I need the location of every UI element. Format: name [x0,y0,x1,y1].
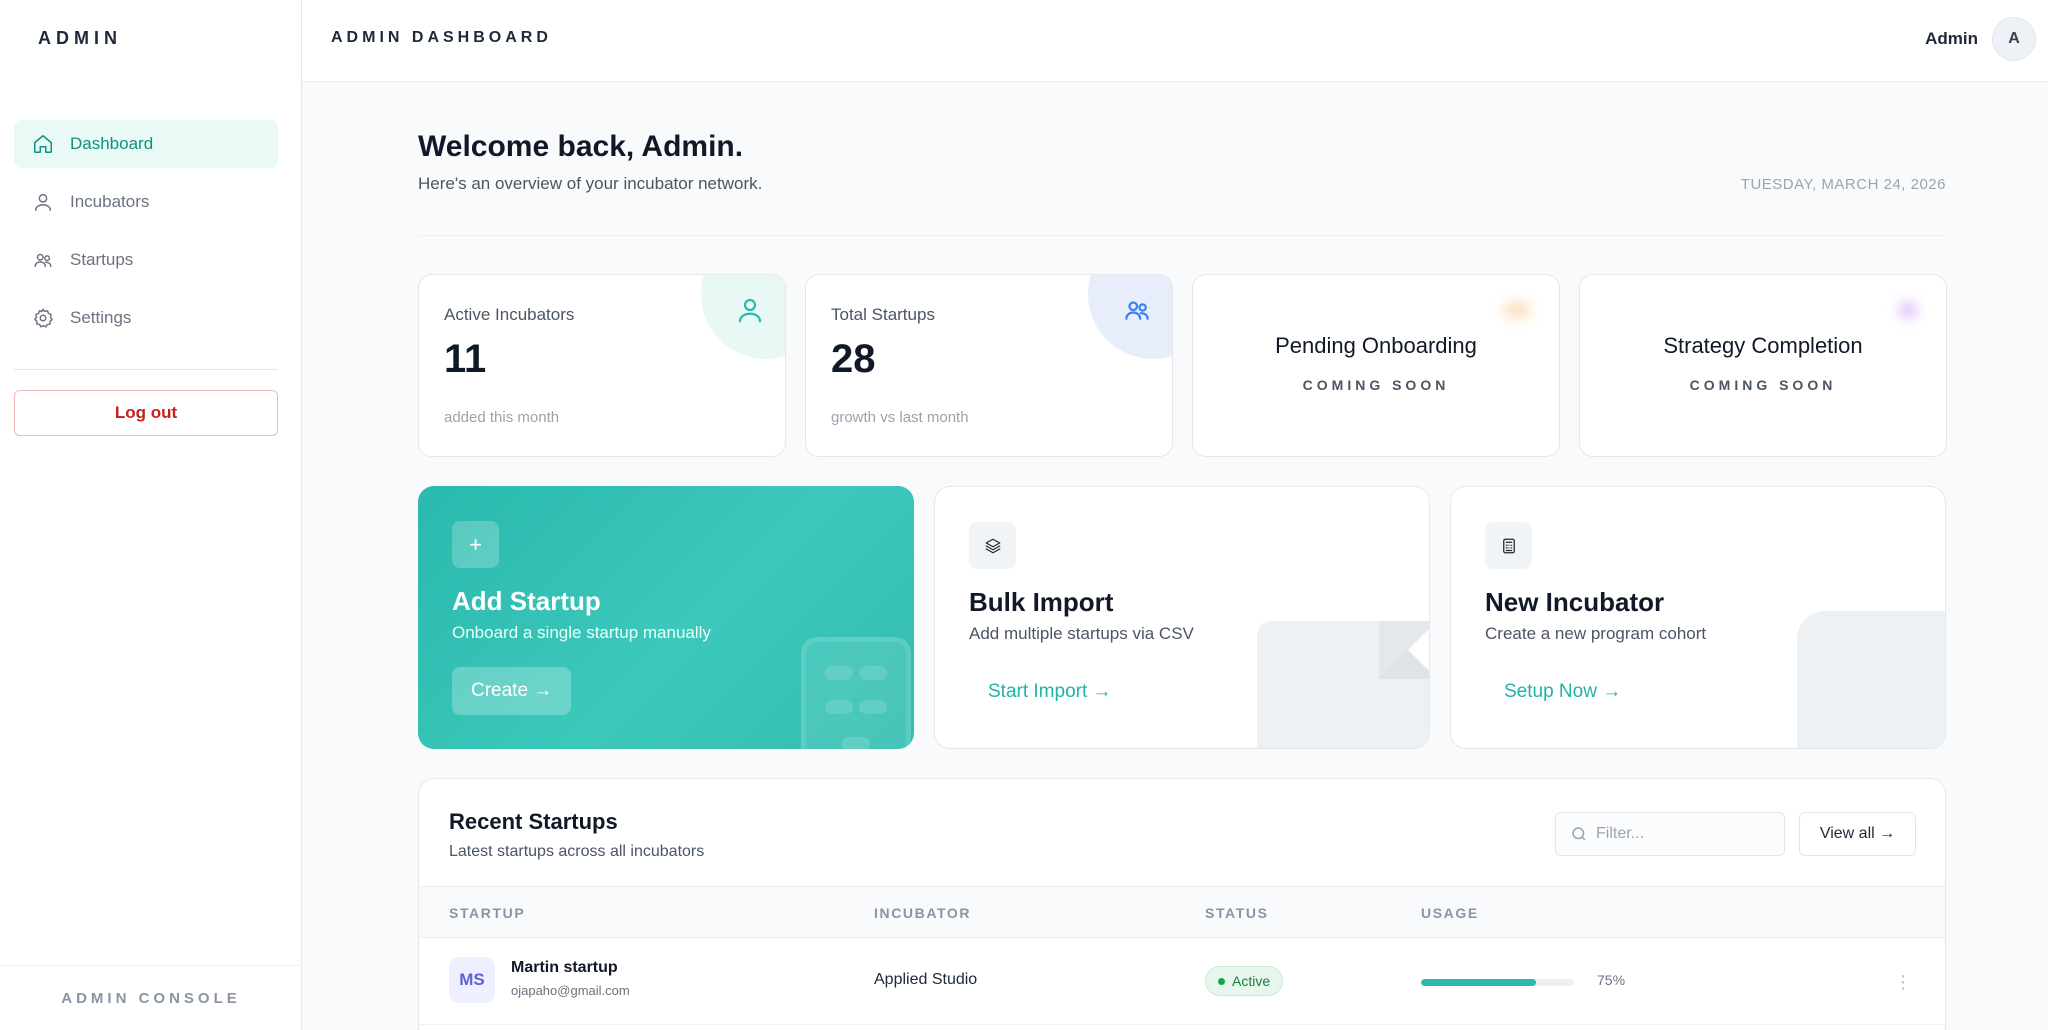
sidebar: ADMIN Dashboard Incubators Startups Sett… [0,0,302,1030]
filter-field[interactable] [1555,812,1785,856]
section-subtitle: Latest startups across all incubators [449,843,705,860]
status-dot [1218,977,1225,985]
filter-input[interactable] [1596,825,1776,843]
stat-card-pending-onboarding: Pending Onboarding COMING SOON [1192,274,1560,457]
action-description: Add multiple startups via CSV [969,624,1194,643]
logout-button[interactable]: Log out [14,390,278,436]
top-bar: ADMIN DASHBOARD Admin A [302,0,2048,82]
column-header-startup[interactable]: STARTUP [449,905,525,921]
more-options-icon[interactable]: ⋮ [1893,967,1913,997]
page-title: Welcome back, Admin. [418,130,744,163]
sidebar-item-startups[interactable]: Startups [14,236,278,284]
action-title: New Incubator [1485,587,1665,617]
stat-label: Active Incubators [444,305,575,324]
calculator-decoration [801,637,911,749]
usage-progress-bar [1421,979,1574,986]
status-label: Active [1232,973,1271,989]
recent-startups-panel: Recent Startups Latest startups across a… [418,778,1946,1030]
stat-value: 11 [444,337,487,381]
main-divider [418,235,1946,236]
action-description: Create a new program cohort [1485,624,1707,643]
sidebar-item-label: Settings [70,308,132,327]
stat-footnote: added this month [444,409,560,426]
search-icon [1572,827,1586,841]
setup-now-button[interactable]: Setup Now → [1485,668,1640,716]
card-decoration [1503,301,1531,319]
stat-card-active-incubators: Active Incubators 11 added this month [418,274,786,457]
plus-icon: + [452,521,499,568]
table-header: STARTUP INCUBATOR STATUS USAGE [419,886,1945,938]
action-card-bulk-import[interactable]: Bulk Import Add multiple startups via CS… [934,486,1430,749]
action-description: Onboard a single startup manually [452,623,711,642]
stat-card-strategy-completion: Strategy Completion COMING SOON [1579,274,1947,457]
section-title: Recent Startups [449,809,618,834]
usage-progress-fill [1421,979,1536,986]
sidebar-item-incubators[interactable]: Incubators [14,178,278,226]
sidebar-item-settings[interactable]: Settings [14,294,278,342]
coming-soon-badge: COMING SOON [1302,377,1450,393]
startup-name[interactable]: Martin startup [511,959,618,977]
create-button[interactable]: Create → [452,667,572,715]
column-header-status[interactable]: STATUS [1205,905,1269,921]
incubator-name: Applied Studio [874,971,978,988]
users-icon [34,253,52,268]
page-header-title: ADMIN DASHBOARD [331,29,552,46]
action-title: Add Startup [452,586,601,616]
user-name: Admin [1925,29,1978,48]
gear-icon [34,308,53,328]
user-icon [34,193,52,211]
card-decoration [1898,301,1918,319]
stat-value: 28 [831,337,876,381]
table-row[interactable]: MS Martin startup ojapaho@gmail.com Appl… [419,939,1945,1025]
sidebar-item-label: Incubators [70,192,150,211]
users-icon [1122,295,1152,325]
coming-soon-badge: COMING SOON [1689,377,1837,393]
calculator-icon [1485,522,1532,569]
usage-percent: 75% [1597,972,1626,988]
sidebar-divider [14,369,278,370]
stat-footnote: growth vs last month [831,409,969,426]
action-card-new-incubator[interactable]: New Incubator Create a new program cohor… [1450,486,1946,749]
start-import-button[interactable]: Start Import → [969,668,1131,716]
page-subtitle: Here's an overview of your incubator net… [418,174,763,193]
column-header-usage[interactable]: USAGE [1421,905,1479,921]
startup-email: ojapaho@gmail.com [511,983,630,998]
layers-icon [969,522,1016,569]
home-icon [34,135,52,153]
current-date: TUESDAY, MARCH 24, 2026 [1740,176,1946,193]
status-badge: Active [1205,966,1284,996]
startup-initials-avatar: MS [449,957,495,1003]
document-decoration [1257,621,1429,748]
sidebar-item-label: Dashboard [70,134,154,153]
building-decoration [1797,611,1945,748]
column-header-incubator[interactable]: INCUBATOR [874,905,971,921]
sidebar-nav: Dashboard Incubators Startups Settings [14,120,278,352]
action-title: Bulk Import [969,587,1114,617]
stat-card-total-startups: Total Startups 28 growth vs last month [805,274,1173,457]
stat-label: Pending Onboarding [1275,333,1477,358]
brand-logo: ADMIN [38,28,122,48]
user-icon [735,295,765,325]
avatar[interactable]: A [1992,17,2036,61]
user-menu[interactable]: Admin A [1925,17,2036,61]
sidebar-item-dashboard[interactable]: Dashboard [14,120,278,168]
action-card-add-startup[interactable]: + Add Startup Onboard a single startup m… [418,486,914,749]
stat-label: Strategy Completion [1663,333,1863,358]
view-all-button[interactable]: View all → [1799,812,1916,856]
sidebar-footer: ADMIN CONSOLE [0,965,302,1030]
sidebar-item-label: Startups [70,250,134,269]
stat-label: Total Startups [831,305,935,324]
